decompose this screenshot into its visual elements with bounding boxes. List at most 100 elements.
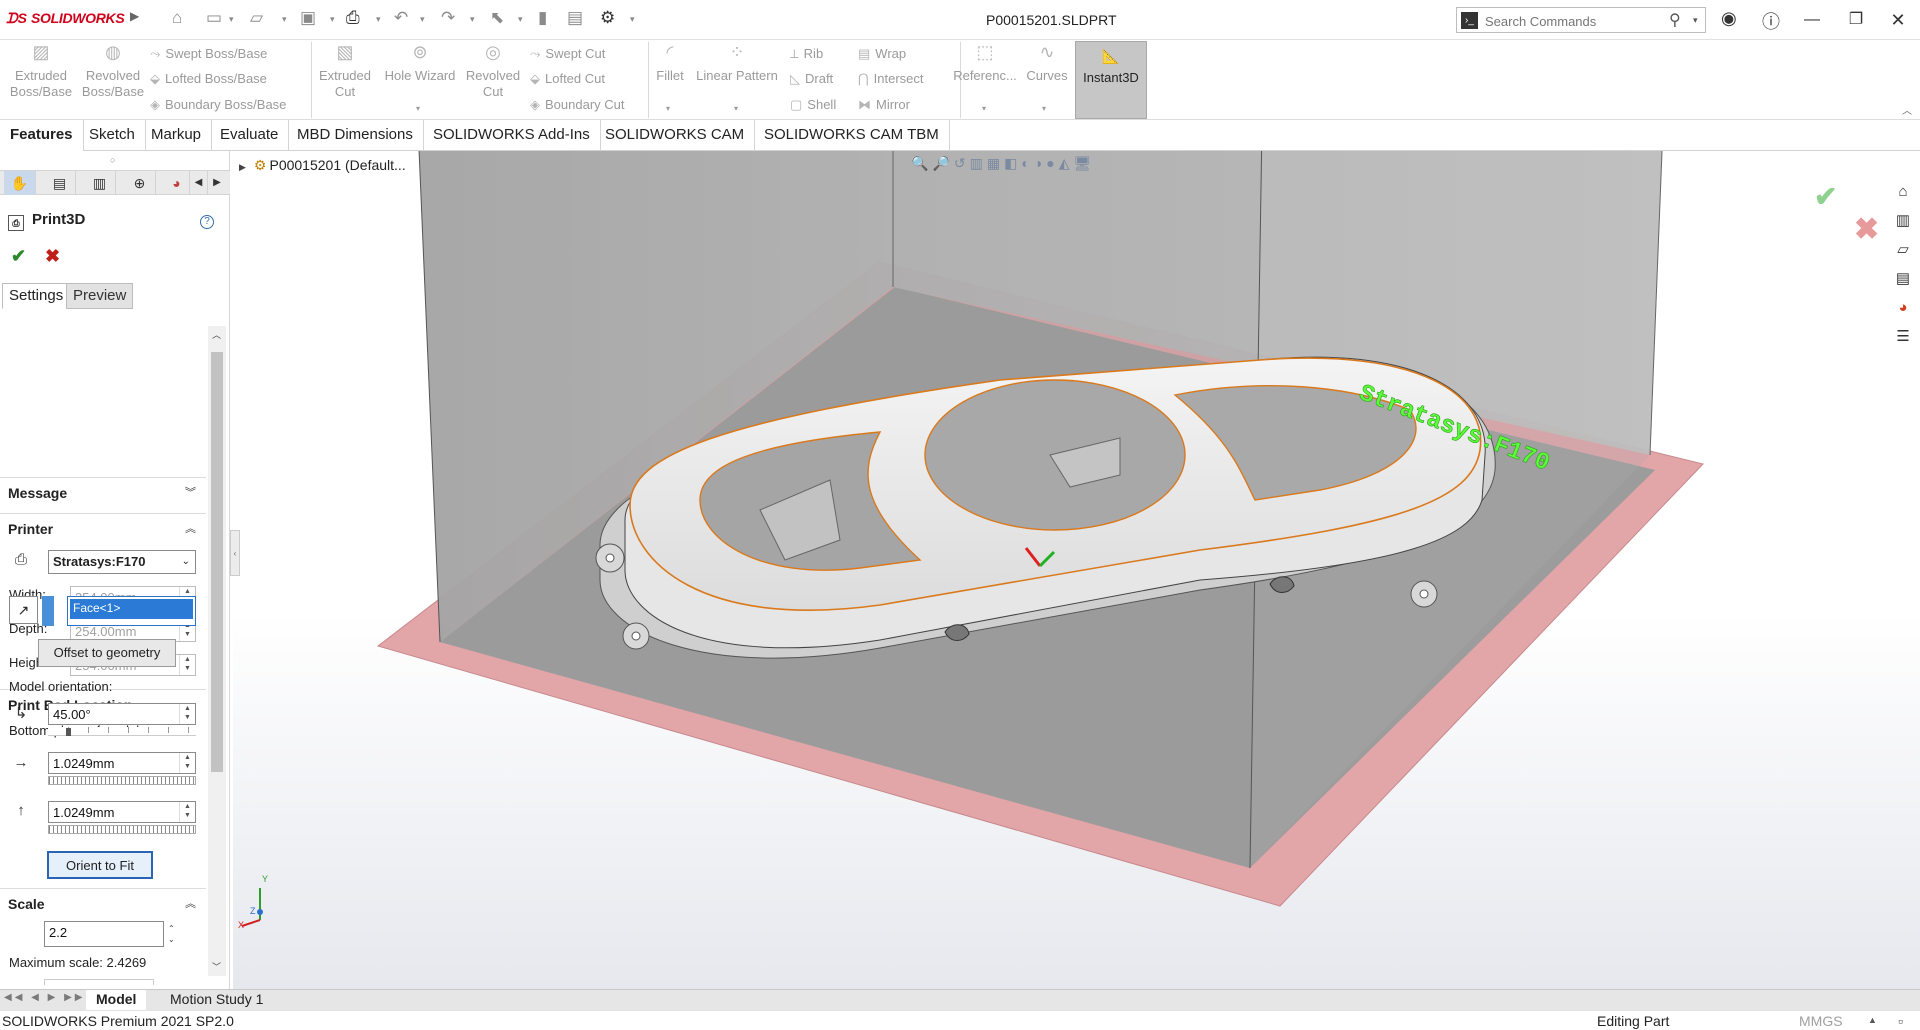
- zoom-area-icon[interactable]: 🔎: [932, 155, 953, 171]
- feature-tree-flyout[interactable]: ▶ ⚙ P00015201 (Default...: [239, 157, 406, 174]
- display-style-icon[interactable]: ◐: [1021, 155, 1033, 171]
- hole-wizard-dropdown-icon[interactable]: ▾: [416, 104, 420, 113]
- wrap-button[interactable]: ▤ Wrap: [858, 46, 906, 62]
- status-message-icon[interactable]: ▫: [1898, 1013, 1903, 1029]
- angle-field[interactable]: 45.00° ▲ ▼: [48, 703, 196, 725]
- new-document-icon[interactable]: ▭: [206, 8, 222, 28]
- tab-solidworks-addins[interactable]: SOLIDWORKS Add-Ins: [423, 120, 601, 151]
- confirm-ok-icon[interactable]: ✔: [1814, 180, 1837, 213]
- redo-dropdown-icon[interactable]: ▾: [470, 14, 475, 25]
- panel-splitter-handle[interactable]: ‹: [230, 530, 240, 576]
- search-icon[interactable]: ⚲: [1669, 10, 1681, 30]
- open-icon[interactable]: ▱: [250, 8, 263, 28]
- search-dropdown-icon[interactable]: ▾: [1693, 15, 1698, 26]
- appearances-icon[interactable]: ◕: [1890, 295, 1916, 321]
- spin-arrows-icon[interactable]: ▲▼: [179, 802, 195, 822]
- chevron-up-icon[interactable]: ︽: [185, 520, 196, 536]
- undo-icon[interactable]: ↶: [394, 8, 408, 28]
- swept-boss-button[interactable]: ⤳ Swept Boss/Base: [150, 46, 267, 62]
- units-dropdown-icon[interactable]: ▲: [1868, 1015, 1877, 1025]
- help-icon[interactable]: ⓘ: [1762, 8, 1780, 34]
- tab-markup[interactable]: Markup: [141, 120, 213, 151]
- intersect-button[interactable]: ⋂ Intersect: [858, 71, 924, 87]
- new-dropdown-icon[interactable]: ▾: [229, 14, 234, 25]
- view-orientation-icon[interactable]: ◧: [1004, 155, 1021, 171]
- apply-scene-icon[interactable]: ◭: [1059, 155, 1074, 171]
- reference-dropdown-icon[interactable]: ▾: [982, 104, 986, 113]
- select-icon[interactable]: ⬉: [490, 8, 504, 28]
- confirm-cancel-icon[interactable]: ✖: [1854, 212, 1879, 247]
- x-offset-slider[interactable]: [48, 776, 196, 785]
- bottom-plane-selection-box[interactable]: Face<1>: [67, 596, 196, 626]
- shell-button[interactable]: ▢ Shell: [790, 97, 836, 113]
- scroll-tabs-left-icon[interactable]: ◀: [190, 171, 208, 195]
- mirror-button[interactable]: ⧓ Mirror: [858, 97, 910, 113]
- extruded-boss-button[interactable]: ▨ Extruded Boss/Base: [8, 43, 74, 100]
- fillet-dropdown-icon[interactable]: ▾: [666, 104, 670, 113]
- scroll-tabs-right-icon[interactable]: ▶: [208, 171, 226, 195]
- curves-button[interactable]: ∿ Curves: [1022, 43, 1072, 84]
- revolved-boss-button[interactable]: ◍ Revolved Boss/Base: [80, 43, 146, 100]
- expand-icon[interactable]: ▶: [239, 162, 246, 172]
- tab-sketch[interactable]: Sketch: [79, 120, 146, 151]
- search-commands[interactable]: ›_ ⚲ ▾: [1456, 7, 1706, 33]
- tab-evaluate[interactable]: Evaluate: [210, 120, 290, 151]
- cancel-x-icon[interactable]: ✖: [45, 246, 60, 267]
- close-button[interactable]: ✕: [1878, 6, 1918, 34]
- chevron-down-icon[interactable]: ⌄: [182, 556, 190, 567]
- redo-icon[interactable]: ↷: [441, 8, 455, 28]
- panel-scrollbar[interactable]: ︿ ﹀: [208, 326, 226, 976]
- feature-manager-tab-icon[interactable]: ✋: [4, 171, 36, 195]
- options-gear-icon[interactable]: ⚙: [600, 8, 615, 28]
- linear-pattern-button[interactable]: ⁘ Linear Pattern: [692, 43, 782, 84]
- hole-wizard-button[interactable]: ⊚ Hole Wizard: [380, 43, 460, 84]
- print-dropdown-icon[interactable]: ▾: [376, 14, 381, 25]
- expand-menu-icon[interactable]: ▶: [130, 9, 139, 23]
- message-group-header[interactable]: Message ︾: [0, 477, 206, 505]
- scale-group-header[interactable]: Scale ︽: [0, 888, 206, 916]
- curves-dropdown-icon[interactable]: ▾: [1042, 104, 1046, 113]
- ok-check-icon[interactable]: ✔: [11, 246, 26, 267]
- reference-geometry-button[interactable]: ⬚ Referenc...: [952, 43, 1018, 84]
- scale-spin-icon[interactable]: ⌃ ⌄: [168, 923, 175, 945]
- extruded-cut-button[interactable]: ▧ Extruded Cut: [312, 43, 378, 100]
- linear-pattern-dropdown-icon[interactable]: ▾: [734, 104, 738, 113]
- selected-face-item[interactable]: Face<1>: [69, 598, 194, 620]
- graphics-area[interactable]: Stratasys:F170 ▶ ⚙ P00015201 (Default... 🔍…: [233, 151, 1920, 989]
- boundary-boss-button[interactable]: ◈ Boundary Boss/Base: [150, 97, 286, 113]
- y-offset-slider[interactable]: [48, 825, 196, 834]
- angle-slider[interactable]: [48, 727, 196, 736]
- panel-gripper-icon[interactable]: ○: [110, 155, 115, 165]
- scroll-up-icon[interactable]: ︿: [212, 328, 221, 341]
- collapse-ribbon-icon[interactable]: ︿: [1902, 102, 1912, 117]
- tab-preview[interactable]: Preview: [66, 283, 134, 309]
- fillet-button[interactable]: ◜ Fillet: [650, 43, 690, 84]
- swept-cut-button[interactable]: ⤳ Swept Cut: [530, 46, 605, 62]
- tab-model[interactable]: Model: [86, 990, 147, 1010]
- custom-properties-icon[interactable]: ☰: [1890, 324, 1916, 350]
- offset-to-geometry-button[interactable]: Offset to geometry: [38, 639, 176, 667]
- tab-features[interactable]: Features: [0, 120, 84, 151]
- edit-appearance-icon[interactable]: ●: [1046, 155, 1058, 171]
- tab-mbd-dimensions[interactable]: MBD Dimensions: [287, 120, 424, 151]
- restore-button[interactable]: ❐: [1836, 6, 1876, 34]
- unit-system-select[interactable]: MMGS: [1799, 1013, 1843, 1029]
- dynamic-annotation-icon[interactable]: ▦: [987, 155, 1004, 171]
- zoom-to-fit-icon[interactable]: 🔍: [911, 155, 932, 171]
- solidworks-logo[interactable]: ᗪS SOLIDWORKS: [6, 10, 125, 27]
- scrollbar-thumb[interactable]: [211, 352, 223, 772]
- scroll-down-icon[interactable]: ﹀: [212, 960, 221, 973]
- undo-dropdown-icon[interactable]: ▾: [420, 14, 425, 25]
- orient-to-fit-button[interactable]: Orient to Fit: [47, 851, 153, 879]
- rebuild-icon[interactable]: ▮: [538, 8, 547, 28]
- print-icon[interactable]: ⎙: [346, 8, 360, 28]
- help-icon[interactable]: ?: [200, 215, 214, 229]
- view-settings-icon[interactable]: 🖥: [1074, 155, 1096, 171]
- options-dropdown-icon[interactable]: ▾: [630, 14, 635, 25]
- boundary-cut-button[interactable]: ◈ Boundary Cut: [530, 97, 625, 113]
- display-manager-tab-icon[interactable]: ◕: [164, 171, 190, 195]
- slider-thumb[interactable]: [66, 728, 71, 736]
- user-account-icon[interactable]: ◉: [1721, 8, 1737, 29]
- previous-view-icon[interactable]: ↺: [954, 155, 970, 171]
- y-offset-field[interactable]: 1.0249mm ▲ ▼: [48, 801, 196, 823]
